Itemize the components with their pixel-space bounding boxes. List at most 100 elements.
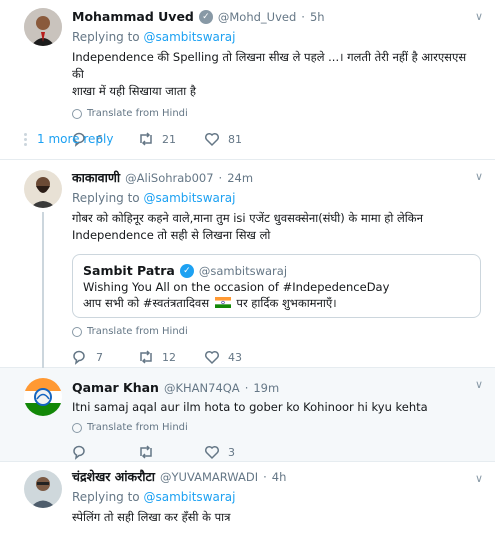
chevron-down-icon[interactable]: ∨ — [475, 170, 483, 183]
user-handle[interactable]: @Mohd_Uved — [218, 8, 296, 26]
timestamp[interactable]: 19m — [253, 379, 279, 397]
tweet-qamar-khan[interactable]: Qamar Khan @KHAN74QA · 19m Itni samaj aq… — [0, 368, 495, 462]
reply-button[interactable]: 7 — [72, 349, 128, 365]
quoted-tweet-header: Sambit Patra ✓ @sambitswaraj — [83, 263, 470, 279]
tweet-text: Independence की Spelling तो लिखना सीख ले… — [72, 49, 481, 100]
tweet-kakavani[interactable]: काकावाणी @AliSohrab007 · 24m Replying to… — [0, 160, 495, 368]
chevron-down-icon[interactable]: ∨ — [475, 10, 483, 23]
tweet-text-line: स्पेलिंग तो सही लिखा कर हँसी के पात्र — [72, 510, 231, 524]
chevron-down-icon[interactable]: ∨ — [475, 472, 483, 485]
like-button[interactable]: 81 — [204, 131, 260, 147]
verified-badge-icon: ✓ — [179, 264, 194, 278]
tweet-header: Qamar Khan @KHAN74QA · 19m — [72, 379, 481, 397]
quoted-user-handle: @sambitswaraj — [198, 264, 288, 278]
separator-dot: · — [263, 470, 267, 484]
avatar[interactable] — [24, 8, 62, 46]
like-button[interactable]: 3 — [204, 444, 260, 460]
user-handle[interactable]: @KHAN74QA — [164, 379, 240, 397]
quoted-display-name: Sambit Patra — [83, 263, 175, 278]
translate-label: Translate from Hindi — [87, 326, 188, 337]
reply-to-link[interactable]: @sambitswaraj — [143, 191, 235, 205]
translate-link[interactable]: Translate from Hindi — [72, 326, 481, 337]
tweet-chandrashekhar[interactable]: चंद्रशेखर आंकरौटा @YUVAMARWADI · 4h Repl… — [0, 462, 495, 533]
tweet-text-line: शाखा में यही सिखाया जाता है — [72, 84, 197, 98]
reply-count: 7 — [96, 350, 103, 364]
separator-dot: · — [301, 10, 305, 24]
avatar[interactable] — [24, 378, 62, 416]
translate-link[interactable]: Translate from Hindi — [72, 108, 481, 119]
tweet-text-line: Independence की Spelling तो लिखना सीख ले… — [72, 50, 467, 81]
tweet-text: गोबर को कोहिनूर कहने वाले,माना तुम isi ए… — [72, 210, 481, 244]
avatar[interactable] — [24, 470, 62, 508]
tweet-text: स्पेलिंग तो सही लिखा कर हँसी के पात्र — [72, 509, 481, 526]
reply-button[interactable] — [72, 444, 128, 460]
avatar[interactable] — [24, 170, 62, 208]
retweet-count: 12 — [162, 350, 176, 364]
translate-label: Translate from Hindi — [87, 422, 188, 433]
thread-dots — [24, 132, 27, 146]
retweet-button[interactable]: 12 — [138, 349, 194, 365]
timestamp[interactable]: 24m — [227, 169, 253, 187]
tweet-header: Mohammad Uved ✓ @Mohd_Uved · 5h — [72, 8, 481, 26]
thread-line — [42, 212, 44, 368]
reply-to-link[interactable]: @sambitswaraj — [143, 490, 235, 504]
globe-icon — [72, 108, 82, 119]
globe-icon — [72, 326, 82, 337]
replying-to: Replying to @sambitswaraj — [72, 489, 481, 505]
globe-icon — [72, 422, 82, 433]
translate-link[interactable]: Translate from Hindi — [72, 422, 481, 433]
quoted-tweet-text: Wishing You All on the occasion of #Inde… — [83, 280, 390, 294]
retweet-icon — [140, 132, 152, 146]
india-flag-icon — [214, 296, 231, 308]
retweet-button[interactable] — [138, 444, 194, 460]
separator-dot: · — [244, 381, 249, 395]
replying-to-label: Replying to — [72, 191, 140, 205]
like-button[interactable]: 43 — [204, 349, 260, 365]
retweet-icon — [140, 445, 152, 459]
tweet-text-line: Independence तो सही से लिखना सिख लो — [72, 228, 271, 242]
tweet-text-line: Itni samaj aqal aur ilm hota to gober ko… — [72, 400, 428, 414]
tweet-header: काकावाणी @AliSohrab007 · 24m — [72, 169, 481, 187]
replying-to-label: Replying to — [72, 490, 140, 504]
replying-to: Replying to @sambitswaraj — [72, 190, 481, 206]
tweet-text: Itni samaj aqal aur ilm hota to gober ko… — [72, 399, 481, 416]
timestamp[interactable]: 4h — [272, 468, 287, 486]
timestamp[interactable]: 5h — [310, 8, 325, 26]
like-icon — [204, 350, 220, 365]
reply-to-link[interactable]: @sambitswaraj — [143, 30, 235, 44]
tweet-actions: 3 — [72, 444, 481, 460]
reply-icon — [73, 445, 85, 460]
like-count: 43 — [228, 350, 242, 364]
translate-label: Translate from Hindi — [87, 108, 188, 119]
quoted-text-part: पर हार्दिक शुभकामनाएँ। — [236, 296, 337, 310]
quoted-tweet[interactable]: Sambit Patra ✓ @sambitswaraj Wishing You… — [72, 254, 481, 318]
chevron-down-icon[interactable]: ∨ — [475, 378, 483, 391]
tweet-actions: 6 21 81 — [72, 131, 481, 147]
tweet-mohammad-uved[interactable]: Mohammad Uved ✓ @Mohd_Uved · 5h Replying… — [0, 0, 495, 160]
display-name[interactable]: Mohammad Uved — [72, 8, 194, 26]
display-name[interactable]: चंद्रशेखर आंकरौटा — [72, 468, 155, 486]
tweet-text-line: गोबर को कोहिनूर कहने वाले,माना तुम isi ए… — [72, 211, 423, 225]
retweet-button[interactable]: 21 — [138, 131, 194, 147]
retweet-count: 21 — [162, 132, 176, 146]
verified-badge-icon: ✓ — [198, 10, 213, 24]
quoted-text-part: आप सभी को #स्वतंत्रतादिवस — [83, 296, 210, 310]
like-count: 81 — [228, 132, 242, 146]
more-replies-link[interactable]: 1 more reply — [24, 132, 113, 146]
reply-icon — [73, 350, 85, 365]
display-name[interactable]: Qamar Khan — [72, 379, 159, 397]
retweet-icon — [140, 350, 152, 364]
tweet-header: चंद्रशेखर आंकरौटा @YUVAMARWADI · 4h — [72, 468, 481, 486]
more-replies-label: 1 more reply — [37, 132, 114, 146]
user-handle[interactable]: @YUVAMARWADI — [160, 468, 258, 486]
display-name[interactable]: काकावाणी — [72, 169, 120, 187]
user-handle[interactable]: @AliSohrab007 — [125, 169, 213, 187]
like-icon — [204, 132, 220, 147]
replying-to: Replying to @sambitswaraj — [72, 29, 481, 45]
tweet-actions: 7 12 43 — [72, 349, 481, 365]
like-count: 3 — [228, 445, 235, 459]
quoted-tweet-text-line2: आप सभी को #स्वतंत्रतादिवस पर हार्दिक शुभ… — [83, 295, 470, 311]
separator-dot: · — [218, 171, 223, 185]
like-icon — [204, 445, 220, 460]
replying-to-label: Replying to — [72, 30, 140, 44]
